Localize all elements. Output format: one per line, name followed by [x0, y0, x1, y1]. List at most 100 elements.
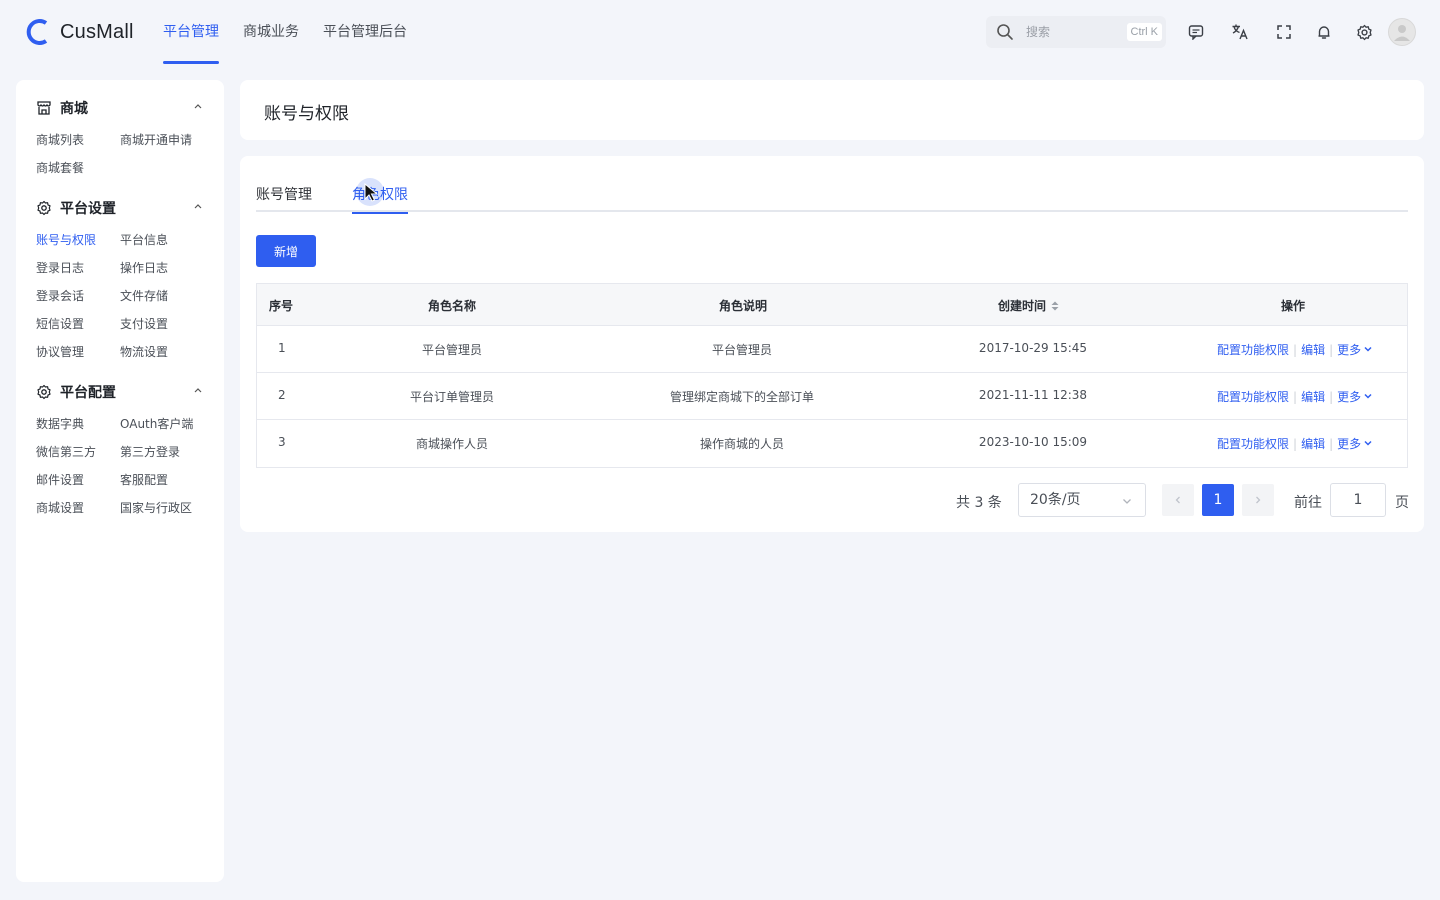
- action-separator: |: [1293, 437, 1298, 451]
- config-permissions-link[interactable]: 配置功能权限: [1217, 343, 1289, 357]
- sidebar-item-login-session[interactable]: 登录会话: [36, 287, 84, 305]
- page-header-card: 账号与权限: [240, 80, 1424, 140]
- column-header-created-time[interactable]: 创建时间: [998, 297, 1060, 314]
- cell-role-name: 商城操作人员: [415, 437, 489, 451]
- gear-icon: [37, 384, 51, 400]
- sidebar-group-platform-settings[interactable]: 平台设置: [36, 198, 204, 218]
- cell-role-desc: 操作商城的人员: [699, 437, 785, 451]
- sidebar-item-mall-list[interactable]: 商城列表: [36, 131, 84, 149]
- chevron-down-icon: [1364, 440, 1372, 446]
- next-page-button[interactable]: [1242, 484, 1274, 516]
- more-dropdown[interactable]: 更多: [1337, 343, 1373, 357]
- chevron-up-icon: [194, 388, 202, 393]
- action-separator: |: [1329, 437, 1334, 451]
- sidebar-item-agreement-management[interactable]: 协议管理: [36, 343, 84, 361]
- table-row: 1 平台管理员 平台管理员 2017-10-29 15:45 配置功能权限 | 编辑…: [257, 326, 1407, 373]
- goto-page-input[interactable]: [1330, 483, 1386, 517]
- sidebar-item-file-storage[interactable]: 文件存储: [120, 287, 168, 305]
- top-nav-platform-admin[interactable]: 平台管理后台: [323, 0, 407, 64]
- sidebar-item-mall-application[interactable]: 商城开通申请: [120, 131, 192, 149]
- sidebar-item-regions[interactable]: 国家与行政区: [120, 499, 192, 517]
- content-card: 账号管理 角色权限 新增 序号 角色名称 角色说明 创建时间 操作 1 平台管理…: [240, 156, 1424, 532]
- more-dropdown[interactable]: 更多: [1337, 437, 1373, 451]
- top-nav-mall-business[interactable]: 商城业务: [243, 0, 299, 64]
- cell-actions: 配置功能权限 | 编辑 | 更多: [1217, 435, 1373, 452]
- more-label: 更多: [1337, 390, 1362, 404]
- search-icon: [997, 24, 1013, 40]
- config-permissions-link[interactable]: 配置功能权限: [1217, 390, 1289, 404]
- sidebar-item-sms-settings[interactable]: 短信设置: [36, 315, 84, 333]
- store-icon: [37, 101, 51, 115]
- sidebar-item-oauth-client[interactable]: OAuth客户端: [120, 415, 193, 433]
- page-size-value: 20条/页: [1030, 492, 1081, 508]
- sidebar-item-data-dictionary[interactable]: 数据字典: [36, 415, 84, 433]
- chevron-down-icon: [1364, 393, 1372, 399]
- sidebar-item-logistics-settings[interactable]: 物流设置: [120, 343, 168, 361]
- sidebar-item-operation-log[interactable]: 操作日志: [120, 259, 168, 277]
- page-number-current[interactable]: 1: [1202, 484, 1234, 516]
- edit-link[interactable]: 编辑: [1301, 390, 1325, 404]
- sidebar-group-platform-config[interactable]: 平台配置: [36, 382, 204, 402]
- action-separator: |: [1329, 343, 1334, 357]
- cursor-highlight: [356, 178, 384, 206]
- sidebar: 商城 商城列表 商城开通申请 商城套餐 平台设置 账号与权限 平台信息 登录日志…: [16, 80, 224, 882]
- global-search[interactable]: Ctrl K: [986, 16, 1166, 48]
- bell-icon[interactable]: [1314, 22, 1334, 42]
- chevron-down-icon: [1364, 346, 1372, 352]
- fullscreen-icon[interactable]: [1274, 22, 1294, 42]
- roles-table: 序号 角色名称 角色说明 创建时间 操作 1 平台管理员 平台管理员 2017-…: [256, 283, 1408, 468]
- sidebar-group-title: 商城: [60, 101, 88, 117]
- sidebar-item-payment-settings[interactable]: 支付设置: [120, 315, 168, 333]
- top-nav-platform-management[interactable]: 平台管理: [163, 0, 219, 64]
- table-row: 2 平台订单管理员 管理绑定商城下的全部订单 2021-11-11 12:38 …: [257, 373, 1407, 420]
- message-icon[interactable]: [1186, 22, 1206, 42]
- sidebar-item-login-log[interactable]: 登录日志: [36, 259, 84, 277]
- goto-suffix: 页: [1395, 495, 1409, 511]
- search-input[interactable]: [1026, 25, 1106, 39]
- more-dropdown[interactable]: 更多: [1337, 390, 1373, 404]
- settings-icon[interactable]: [1354, 22, 1374, 42]
- cell-created-time: 2017-10-29 15:45: [978, 341, 1088, 355]
- add-button[interactable]: 新增: [256, 235, 316, 267]
- column-header-role-name: 角色名称: [427, 299, 477, 313]
- sidebar-item-third-party-login[interactable]: 第三方登录: [120, 443, 180, 461]
- action-separator: |: [1293, 390, 1298, 404]
- cell-role-desc: 管理绑定商城下的全部订单: [669, 390, 815, 404]
- cell-index: 1: [278, 341, 286, 355]
- tab-bar: 账号管理 角色权限: [256, 180, 1408, 214]
- top-nav: 平台管理 商城业务 平台管理后台: [163, 0, 431, 64]
- sidebar-item-mall-settings[interactable]: 商城设置: [36, 499, 84, 517]
- cell-actions: 配置功能权限 | 编辑 | 更多: [1217, 388, 1373, 405]
- sidebar-group-title: 平台设置: [60, 201, 116, 217]
- tab-account-management[interactable]: 账号管理: [256, 184, 312, 212]
- sidebar-item-wechat-third-party[interactable]: 微信第三方: [36, 443, 96, 461]
- translate-icon[interactable]: [1230, 22, 1250, 42]
- config-permissions-link[interactable]: 配置功能权限: [1217, 437, 1289, 451]
- action-separator: |: [1293, 343, 1298, 357]
- page-size-select[interactable]: 20条/页: [1018, 483, 1146, 517]
- pagination-total: 共 3 条: [956, 495, 1002, 511]
- cell-role-name: 平台订单管理员: [409, 390, 495, 404]
- prev-page-button[interactable]: [1162, 484, 1194, 516]
- edit-link[interactable]: 编辑: [1301, 437, 1325, 451]
- cell-created-time: 2021-11-11 12:38: [978, 388, 1088, 402]
- sidebar-item-platform-info[interactable]: 平台信息: [120, 231, 168, 249]
- app-logo[interactable]: CusMall: [26, 18, 134, 46]
- chevron-left-icon: [1175, 496, 1180, 504]
- cell-index: 3: [278, 435, 286, 449]
- top-header: CusMall 平台管理 商城业务 平台管理后台 Ctrl K: [0, 0, 1440, 64]
- sidebar-group-mall[interactable]: 商城: [36, 98, 204, 118]
- chevron-up-icon: [194, 204, 202, 209]
- gear-icon: [37, 200, 51, 216]
- edit-link[interactable]: 编辑: [1301, 343, 1325, 357]
- cell-index: 2: [278, 388, 286, 402]
- more-label: 更多: [1337, 343, 1362, 357]
- sidebar-item-email-settings[interactable]: 邮件设置: [36, 471, 84, 489]
- search-shortcut-badge: Ctrl K: [1126, 23, 1162, 41]
- sidebar-item-mall-package[interactable]: 商城套餐: [36, 159, 84, 177]
- cell-role-desc: 平台管理员: [711, 343, 773, 357]
- sidebar-item-account-permissions[interactable]: 账号与权限: [36, 231, 96, 249]
- user-avatar[interactable]: [1388, 18, 1416, 46]
- sidebar-item-customer-service[interactable]: 客服配置: [120, 471, 168, 489]
- app-name: CusMall: [60, 20, 134, 43]
